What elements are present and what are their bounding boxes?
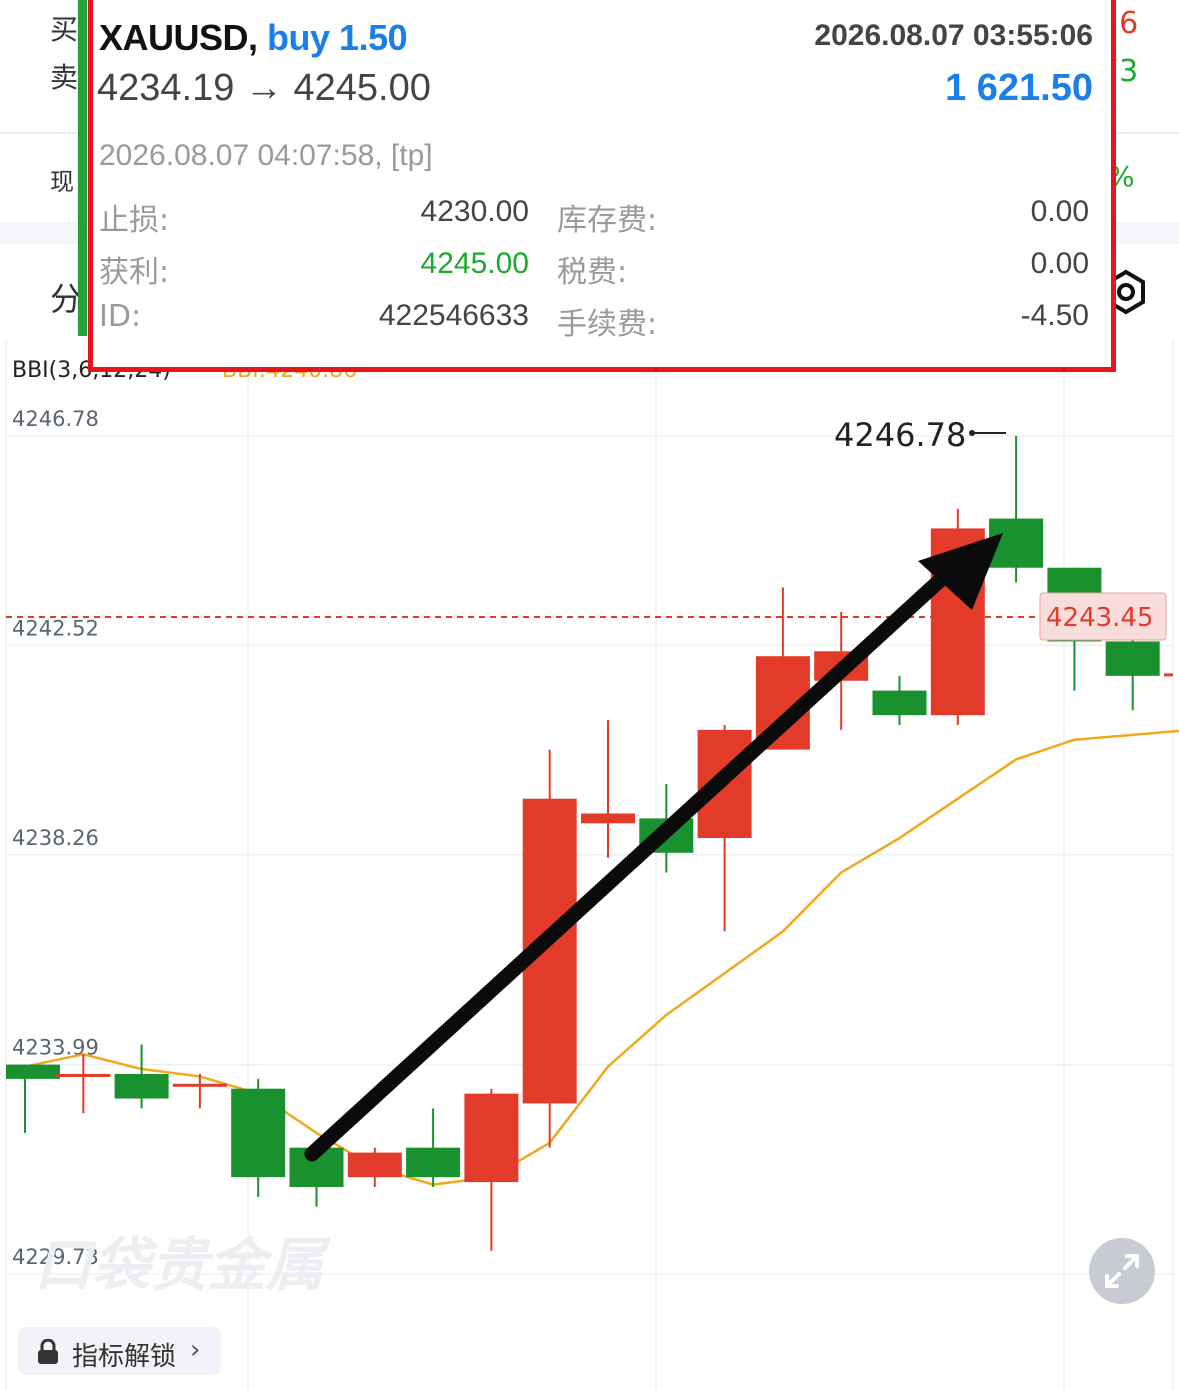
candle-body bbox=[172, 1083, 227, 1087]
sell-label: 卖 bbox=[50, 61, 79, 94]
current-label: 现 bbox=[50, 168, 74, 196]
candle bbox=[231, 1078, 286, 1197]
indicator-unlock-button[interactable]: 指标解锁 › bbox=[18, 1327, 221, 1375]
candle-body bbox=[1164, 673, 1173, 677]
candle bbox=[581, 720, 635, 858]
expand-button[interactable] bbox=[1089, 1238, 1155, 1304]
expand-icon bbox=[1105, 1254, 1139, 1288]
candle bbox=[114, 1044, 169, 1109]
id-value: 422546633 bbox=[378, 299, 529, 332]
candle bbox=[172, 1073, 227, 1109]
candle bbox=[56, 1054, 111, 1114]
trade-side: buy 1.50 bbox=[267, 17, 408, 58]
tax-label: 税费: bbox=[557, 255, 628, 290]
candle-body bbox=[1105, 641, 1160, 676]
candle bbox=[464, 1088, 519, 1251]
candle-body bbox=[406, 1147, 461, 1178]
candle bbox=[872, 675, 927, 725]
unlock-label: 指标解锁 bbox=[72, 1342, 177, 1372]
candle-body bbox=[464, 1093, 519, 1183]
y-tick-label: 4246.78 bbox=[12, 407, 99, 431]
candle bbox=[989, 436, 1044, 583]
watermark: 口袋贵金属 bbox=[34, 1231, 331, 1299]
candles bbox=[6, 436, 1173, 1251]
candle-body bbox=[6, 1064, 60, 1079]
lock-icon bbox=[38, 1339, 58, 1364]
high-marker-dot bbox=[969, 430, 975, 436]
y-axis-labels: 4246.784242.524238.264233.994229.73 bbox=[12, 407, 99, 1269]
stoploss-label: 止损: bbox=[99, 203, 170, 238]
row-id: ID: 422546633 手续费: -4.50 bbox=[99, 299, 1089, 342]
candle bbox=[347, 1147, 402, 1188]
candle-body bbox=[872, 690, 927, 716]
candle-body bbox=[581, 813, 635, 824]
swap-label: 库存费: bbox=[557, 203, 658, 238]
trade-open-time: 2026.08.07 03:55:06 bbox=[814, 19, 1093, 52]
candle-body bbox=[347, 1152, 402, 1178]
swap-value: 0.00 bbox=[1030, 195, 1089, 228]
trade-close-info: 2026.08.07 04:07:58, [tp] bbox=[99, 139, 433, 172]
id-label: ID: bbox=[99, 299, 142, 334]
candle-body bbox=[231, 1088, 286, 1178]
commission-label: 手续费: bbox=[557, 307, 658, 342]
row-stoploss: 止损: 4230.00 库存费: 0.00 bbox=[99, 195, 1089, 238]
takeprofit-label: 获利: bbox=[99, 255, 170, 290]
trade-popup[interactable]: XAUUSD, buy 1.50 2026.08.07 03:55:06 423… bbox=[88, 0, 1116, 372]
candle-body bbox=[114, 1073, 169, 1099]
candle bbox=[406, 1108, 461, 1188]
row-takeprofit: 获利: 4245.00 税费: 0.00 bbox=[99, 247, 1089, 290]
trade-symbol: XAUUSD, buy 1.50 bbox=[99, 17, 408, 58]
trade-profit: 1 621.50 bbox=[945, 67, 1093, 109]
price-chart[interactable]: 4246.784242.524238.264233.994229.73 口袋贵金… bbox=[0, 340, 1179, 1390]
stoploss-value: 4230.00 bbox=[420, 195, 529, 228]
candle bbox=[1164, 673, 1173, 677]
chevron-right-icon: › bbox=[190, 1335, 201, 1365]
y-tick-label: 4238.26 bbox=[12, 826, 99, 850]
takeprofit-value: 4245.00 bbox=[420, 247, 529, 280]
current-price-value: 4243.45 bbox=[1046, 603, 1154, 633]
trade-price-change: 4234.19 → 4245.00 bbox=[97, 67, 431, 109]
high-marker-label: 4246.78 bbox=[834, 416, 966, 454]
commission-value: -4.50 bbox=[1020, 299, 1089, 332]
bbi-line bbox=[24, 729, 1179, 1186]
tax-value: 0.00 bbox=[1030, 247, 1089, 280]
y-tick-label: 4242.52 bbox=[12, 616, 99, 640]
buy-label: 买 bbox=[50, 13, 79, 46]
candle-body bbox=[56, 1073, 111, 1077]
trade-side-bar bbox=[78, 0, 87, 336]
candle bbox=[6, 1064, 60, 1133]
